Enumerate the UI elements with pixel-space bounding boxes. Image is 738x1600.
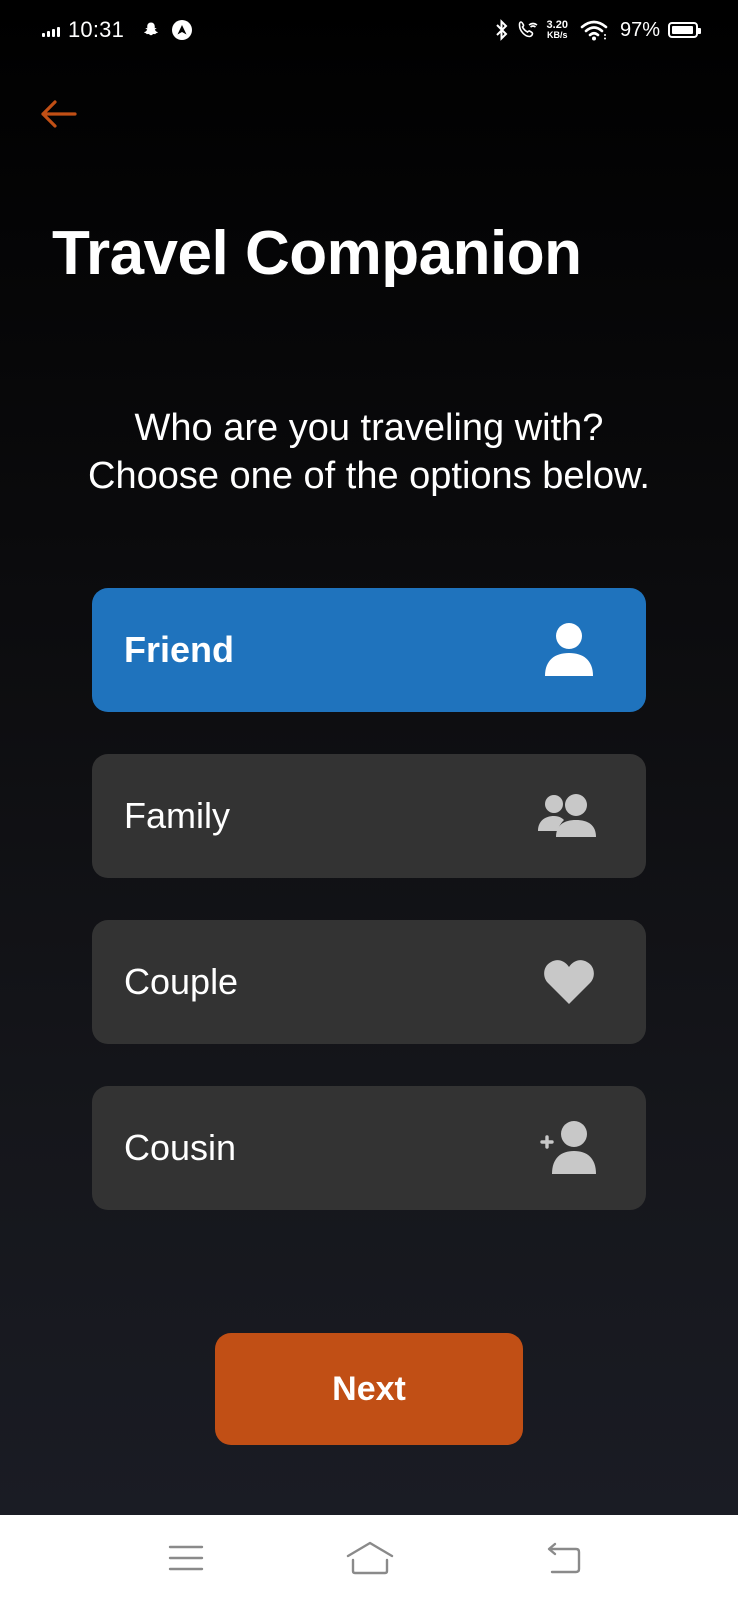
status-bar-right: 3.20 KB/s 97%: [495, 14, 701, 46]
battery-fill: [672, 26, 694, 34]
battery-icon: [668, 22, 701, 38]
back-return-icon: [547, 1542, 581, 1574]
option-family[interactable]: Family: [92, 754, 646, 878]
prompt-line-2: Choose one of the options below.: [88, 455, 650, 497]
navigation-app-icon: [172, 20, 193, 40]
network-speed: 3.20 KB/s: [546, 19, 568, 41]
option-label: Cousin: [124, 1127, 237, 1168]
option-label: Friend: [124, 629, 235, 670]
next-button[interactable]: Next: [215, 1333, 523, 1445]
option-label: Couple: [124, 961, 239, 1002]
page-title: Travel Companion: [52, 219, 582, 288]
home-icon: [346, 1541, 394, 1575]
battery-percentage: 97%: [619, 18, 660, 41]
heart-icon: [534, 947, 604, 1017]
network-speed-value: 3.20: [546, 19, 568, 31]
snapchat-ghost-icon: [144, 22, 158, 36]
clock-time: 10:31: [68, 17, 125, 42]
home-button[interactable]: [340, 1535, 400, 1581]
recent-apps-button[interactable]: [156, 1535, 216, 1581]
prompt-line-1: Who are you traveling with?: [134, 407, 604, 449]
menu-lines-icon: [168, 1545, 204, 1571]
option-label: Family: [124, 795, 230, 836]
system-navigation-bar: [0, 1515, 738, 1600]
status-bar: 10:31 3.20 KB/s 97%: [0, 0, 738, 60]
system-back-button[interactable]: [534, 1535, 594, 1581]
bluetooth-icon: [495, 19, 507, 41]
cellular-signal-icon: [42, 23, 62, 37]
option-couple[interactable]: Couple: [92, 920, 646, 1044]
people-group-icon: [534, 781, 604, 851]
wifi-icon: [580, 20, 608, 41]
network-speed-unit: KB/s: [547, 30, 568, 40]
prompt-text: Who are you traveling with? Choose one o…: [0, 404, 738, 500]
wifi-calling-icon: [518, 21, 538, 38]
option-cousin[interactable]: Cousin: [92, 1086, 646, 1210]
companion-options: Friend Family Couple Cousin: [92, 588, 646, 1252]
status-bar-left: 10:31: [42, 14, 193, 46]
back-button[interactable]: [36, 92, 80, 136]
arrow-left-icon: [41, 100, 77, 128]
person-icon: [534, 615, 604, 685]
option-friend[interactable]: Friend: [92, 588, 646, 712]
person-plus-icon: [534, 1113, 604, 1183]
